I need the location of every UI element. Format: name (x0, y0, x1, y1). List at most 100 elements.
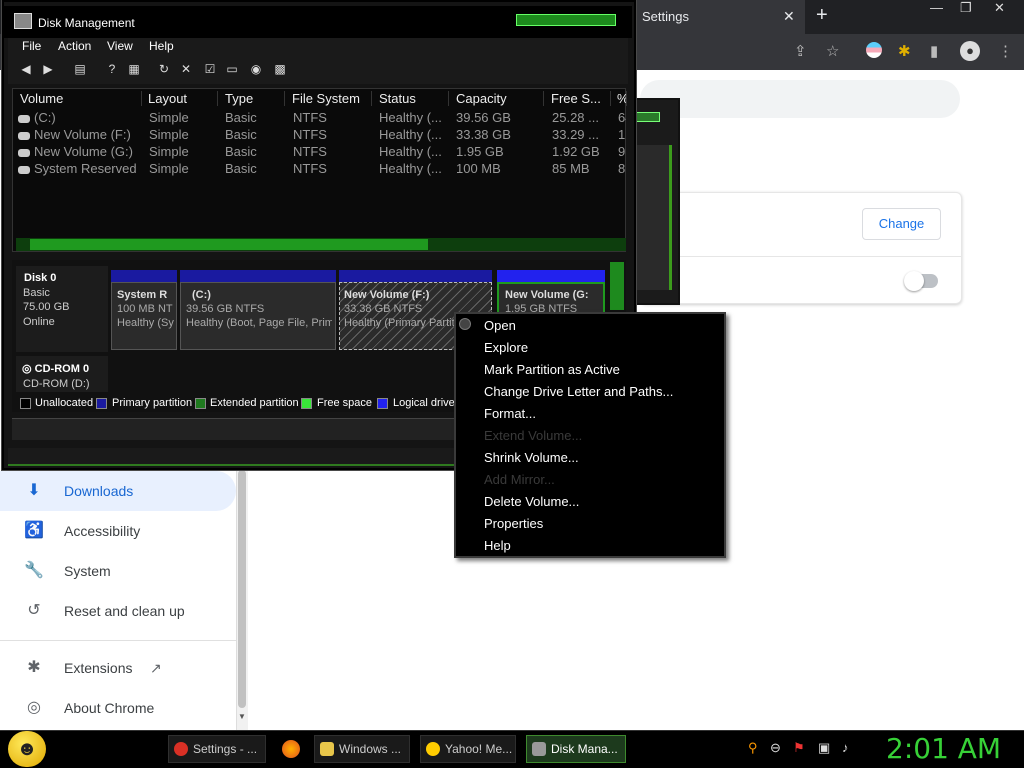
no-entry-icon[interactable]: ⊖ (770, 740, 781, 756)
forward-arrow-icon[interactable]: ▶ (40, 62, 56, 78)
menu-item-properties[interactable]: Properties (484, 516, 543, 531)
settings-search-input[interactable] (640, 80, 960, 118)
menu-item-shrink-volume[interactable]: Shrink Volume... (484, 450, 579, 465)
scrollbar-thumb[interactable] (30, 239, 428, 250)
maximize-button[interactable]: ❐ (960, 0, 972, 16)
cell-file-system: NTFS (293, 127, 327, 142)
col-percent[interactable]: % (617, 91, 627, 106)
flag-icon[interactable]: ⚑ (793, 740, 805, 756)
avatar[interactable]: ● (960, 41, 980, 61)
taskbar-item-disk-management[interactable]: Disk Mana... (526, 735, 626, 763)
properties-grid-icon[interactable]: ▩ (272, 62, 288, 78)
cell-volume: (C:) (34, 110, 56, 125)
start-button[interactable]: ☻ (8, 731, 46, 767)
cell-file-system: NTFS (293, 110, 327, 125)
menu-view[interactable]: View (107, 39, 133, 53)
taskbar-item-yahoo-messenger[interactable]: Yahoo! Me... (420, 735, 516, 763)
col-status[interactable]: Status (379, 91, 449, 106)
menu-help[interactable]: Help (149, 39, 174, 53)
share-icon[interactable]: ⇪ (794, 42, 807, 60)
cell-file-system: NTFS (293, 161, 327, 176)
sidebar-item-label: System (64, 563, 111, 579)
network-icon[interactable]: ▣ (818, 740, 830, 756)
taskbar-item-windows-explorer[interactable]: Windows ... (314, 735, 410, 763)
sidebar-item-extensions[interactable]: ✱ Extensions ↗ (0, 648, 236, 688)
menu-item-delete-volume[interactable]: Delete Volume... (484, 494, 579, 509)
new-tab-button[interactable]: + (816, 4, 828, 27)
partition-title: (C:) (192, 289, 211, 301)
sidebar-item-about-chrome[interactable]: ◎ About Chrome (0, 688, 236, 728)
toolbar (8, 58, 628, 84)
folder-icon (320, 742, 334, 756)
profile-flag-icon[interactable] (866, 42, 882, 58)
minimize-button[interactable]: — (930, 0, 943, 15)
cell-percent: 1 (618, 127, 626, 142)
legend-swatch (301, 398, 312, 409)
col-volume[interactable]: Volume (20, 91, 142, 106)
search-icon[interactable]: ⚲ (748, 740, 758, 756)
cell-status: Healthy (... (379, 144, 442, 159)
details-icon[interactable]: ▦ (126, 62, 142, 78)
sidebar-item-reset[interactable]: ↺ Reset and clean up (0, 591, 236, 631)
menu-item-help[interactable]: Help (484, 538, 511, 553)
scrollbar-thumb[interactable] (238, 470, 246, 708)
window-control-buttons[interactable] (516, 14, 616, 26)
cell-status: Healthy (... (379, 127, 442, 142)
console-tree-icon[interactable]: ▤ (72, 62, 88, 78)
menu-item-format[interactable]: Format... (484, 406, 536, 421)
delete-x-icon[interactable]: ✕ (178, 62, 194, 78)
checklist-icon[interactable]: ☑ (202, 62, 218, 78)
partition-size: 100 MB NT (117, 303, 173, 315)
menu-file[interactable]: File (22, 39, 41, 53)
menu-item-change-drive-letter-and-paths[interactable]: Change Drive Letter and Paths... (484, 384, 673, 399)
partition-status: Healthy (Boot, Page File, Prima (186, 317, 332, 329)
folder-open-icon[interactable]: ▭ (224, 62, 240, 78)
mouse-cursor-icon (459, 318, 471, 330)
menu-item-mark-partition-as-active[interactable]: Mark Partition as Active (484, 362, 620, 377)
col-free-space[interactable]: Free S... (551, 91, 611, 106)
cdrom-name: ◎ CD-ROM 0 (22, 362, 89, 375)
sidebar-item-downloads[interactable]: ⬇ Downloads (0, 471, 236, 511)
bookmark-star-icon[interactable]: ☆ (826, 42, 839, 60)
volume-icon[interactable]: ♪ (842, 740, 849, 755)
menu-item-explore[interactable]: Explore (484, 340, 528, 355)
firefox-icon[interactable] (282, 740, 300, 758)
toggle-knob[interactable] (904, 271, 924, 291)
sidebar-item-system[interactable]: 🔧 System (0, 551, 236, 591)
change-button[interactable]: Change (862, 208, 941, 240)
col-file-system[interactable]: File System (292, 91, 372, 106)
disk-0-type: Basic (23, 287, 50, 299)
background-window-button[interactable] (636, 112, 660, 122)
extensions-puzzle-icon[interactable]: ✱ (898, 42, 911, 60)
sidebar-divider (0, 640, 236, 641)
side-panel-icon[interactable]: ▮ (930, 42, 938, 60)
legend-label: Unallocated (35, 397, 94, 409)
vertical-scrollbar[interactable] (610, 262, 624, 310)
scroll-down-icon[interactable]: ▼ (237, 712, 247, 721)
window-title: Disk Management (38, 16, 135, 30)
sidebar-item-accessibility[interactable]: ♿ Accessibility (0, 511, 236, 551)
menu-action[interactable]: Action (58, 39, 91, 53)
cell-type: Basic (225, 127, 257, 142)
legend-swatch (377, 398, 388, 409)
menu-kebab-icon[interactable]: ⋮ (998, 42, 1013, 60)
clock[interactable]: 2:01 AM (886, 732, 1001, 765)
col-capacity[interactable]: Capacity (456, 91, 544, 106)
taskbar-item-settings[interactable]: Settings - ... (168, 735, 266, 763)
cell-type: Basic (225, 161, 257, 176)
legend-swatch (195, 398, 206, 409)
col-type[interactable]: Type (225, 91, 285, 106)
sidebar-item-label: Extensions (64, 660, 133, 676)
menu-item-open[interactable]: Open (484, 318, 516, 333)
window-close-button[interactable]: ✕ (994, 0, 1005, 16)
menu-item-extend-volume: Extend Volume... (484, 428, 583, 443)
drive-icon (18, 115, 30, 123)
refresh-icon[interactable]: ↻ (156, 62, 172, 78)
background-window-panel (636, 145, 672, 290)
col-layout[interactable]: Layout (148, 91, 218, 106)
tab-settings[interactable]: Settings (630, 0, 805, 34)
help-icon[interactable]: ? (104, 62, 120, 78)
tab-close-icon[interactable]: ✕ (783, 8, 795, 25)
magnify-icon[interactable]: ◉ (248, 62, 264, 78)
back-arrow-icon[interactable]: ◀ (18, 62, 34, 78)
